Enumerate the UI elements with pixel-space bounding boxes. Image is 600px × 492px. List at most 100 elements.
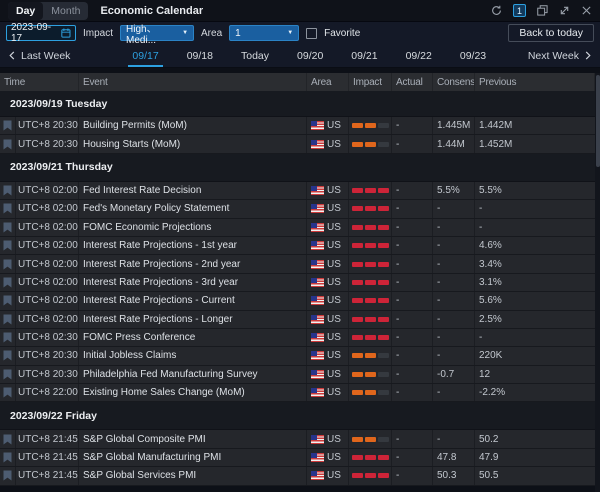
bookmark-icon[interactable] [0, 384, 16, 401]
last-week-button[interactable]: Last Week [8, 44, 70, 67]
area-cell: US [307, 237, 349, 254]
event-row[interactable]: UTC+8 02:00Fed's Monetary Policy Stateme… [0, 200, 595, 218]
bookmark-icon[interactable] [0, 311, 16, 328]
week-day-09-20[interactable]: 09/20 [283, 44, 337, 67]
impact-bar-segment [365, 317, 376, 322]
area-label: US [327, 332, 341, 343]
us-flag-icon [311, 471, 324, 480]
event-row[interactable]: UTC+8 02:00FOMC Economic ProjectionsUS--… [0, 219, 595, 237]
expand-icon[interactable] [559, 5, 570, 16]
bookmark-icon[interactable] [0, 135, 16, 152]
bookmark-icon[interactable] [0, 255, 16, 272]
week-day-09-23[interactable]: 09/23 [446, 44, 500, 67]
week-day-09-22[interactable]: 09/22 [392, 44, 446, 67]
consensus-cell: 1.445M [433, 117, 475, 134]
back-to-today-button[interactable]: Back to today [508, 24, 594, 42]
event-cell: Philadelphia Fed Manufacturing Survey [79, 366, 307, 383]
area-cell: US [307, 200, 349, 217]
date-input[interactable]: 2023-09-17 [6, 25, 76, 41]
event-row[interactable]: UTC+8 02:00Interest Rate Projections - 1… [0, 237, 595, 255]
impact-bar-segment [352, 353, 363, 358]
event-row[interactable]: UTC+8 02:00Interest Rate Projections - 2… [0, 255, 595, 273]
previous-cell: 1.452M [475, 135, 595, 152]
vertical-scrollbar[interactable] [595, 73, 600, 492]
event-row[interactable]: UTC+8 02:30FOMC Press ConferenceUS--- [0, 329, 595, 347]
impact-dropdown[interactable]: High、Medi... ▼ [120, 25, 194, 41]
event-row[interactable]: UTC+8 21:45S&P Global Composite PMIUS--5… [0, 430, 595, 448]
week-navigation: Last Week 09/1709/18Today09/2009/2109/22… [0, 44, 600, 68]
event-row[interactable]: UTC+8 21:45S&P Global Manufacturing PMIU… [0, 449, 595, 467]
consensus-cell: - [433, 200, 475, 217]
favorite-label: Favorite [324, 28, 360, 39]
bookmark-icon[interactable] [0, 467, 16, 484]
event-row[interactable]: UTC+8 02:00Interest Rate Projections - L… [0, 311, 595, 329]
us-flag-icon [311, 315, 324, 324]
bookmark-icon[interactable] [0, 117, 16, 134]
bookmark-icon[interactable] [0, 292, 16, 309]
area-cell: US [307, 292, 349, 309]
bookmark-icon[interactable] [0, 274, 16, 291]
event-cell: Interest Rate Projections - 3rd year [79, 274, 307, 291]
event-row[interactable]: UTC+8 02:00Fed Interest Rate DecisionUS-… [0, 182, 595, 200]
actual-cell: - [392, 219, 433, 236]
event-row[interactable]: UTC+8 20:30Philadelphia Fed Manufacturin… [0, 366, 595, 384]
time-cell: UTC+8 02:00 [16, 255, 79, 272]
bookmark-icon[interactable] [0, 182, 16, 199]
tab-day[interactable]: Day [8, 2, 43, 20]
previous-cell: - [475, 200, 595, 217]
impact-bar-segment [352, 372, 363, 377]
bookmark-icon[interactable] [0, 347, 16, 364]
table-header: Time Event Area Impact Actual Consensus … [0, 73, 595, 91]
event-row[interactable]: UTC+8 20:30Building Permits (MoM)US-1.44… [0, 117, 595, 135]
bookmark-icon[interactable] [0, 430, 16, 447]
restore-window-icon[interactable] [537, 5, 548, 16]
bookmark-icon[interactable] [0, 200, 16, 217]
event-row[interactable]: UTC+8 21:45S&P Global Services PMIUS-50.… [0, 467, 595, 485]
week-day-09-21[interactable]: 09/21 [337, 44, 391, 67]
next-week-button[interactable]: Next Week [528, 44, 592, 67]
area-dropdown[interactable]: 1 ▼ [229, 25, 299, 41]
tab-month[interactable]: Month [43, 2, 88, 20]
previous-cell: 3.4% [475, 255, 595, 272]
event-cell: Initial Jobless Claims [79, 347, 307, 364]
impact-bar-segment [365, 473, 376, 478]
time-cell: UTC+8 21:45 [16, 430, 79, 447]
favorite-checkbox[interactable] [306, 28, 317, 39]
impact-bar-segment [378, 455, 389, 460]
consensus-cell: - [433, 274, 475, 291]
impact-bar-segment [365, 353, 376, 358]
event-cell: Interest Rate Projections - Longer [79, 311, 307, 328]
event-row[interactable]: UTC+8 02:00Interest Rate Projections - 3… [0, 274, 595, 292]
bookmark-icon[interactable] [0, 237, 16, 254]
impact-bar-segment [352, 473, 363, 478]
bookmark-icon [3, 120, 12, 131]
event-row[interactable]: UTC+8 22:00Existing Home Sales Change (M… [0, 384, 595, 402]
impact-bar-segment [378, 142, 389, 147]
us-flag-icon [311, 333, 324, 342]
impact-bar-segment [378, 225, 389, 230]
consensus-cell: - [433, 292, 475, 309]
impact-cell [349, 237, 392, 254]
refresh-icon[interactable] [491, 5, 502, 16]
event-row[interactable]: UTC+8 20:30Housing Starts (MoM)US-1.44M1… [0, 135, 595, 153]
bookmark-icon [3, 314, 12, 325]
us-flag-icon [311, 186, 324, 195]
bookmark-icon[interactable] [0, 329, 16, 346]
window-count-badge[interactable]: 1 [513, 4, 526, 17]
week-day-09-17[interactable]: 09/17 [118, 44, 172, 67]
previous-cell: 50.2 [475, 430, 595, 447]
area-filter-label: Area [201, 28, 222, 39]
impact-bar-segment [352, 262, 363, 267]
us-flag-icon [311, 296, 324, 305]
impact-filter-label: Impact [83, 28, 113, 39]
bookmark-icon[interactable] [0, 219, 16, 236]
week-day-today[interactable]: Today [227, 44, 283, 67]
week-day-09-18[interactable]: 09/18 [173, 44, 227, 67]
area-label: US [327, 120, 341, 131]
bookmark-icon[interactable] [0, 449, 16, 466]
event-row[interactable]: UTC+8 20:30Initial Jobless ClaimsUS--220… [0, 347, 595, 365]
bookmark-icon[interactable] [0, 366, 16, 383]
close-icon[interactable] [581, 5, 592, 16]
event-row[interactable]: UTC+8 02:00Interest Rate Projections - C… [0, 292, 595, 310]
scrollbar-thumb[interactable] [596, 75, 600, 167]
